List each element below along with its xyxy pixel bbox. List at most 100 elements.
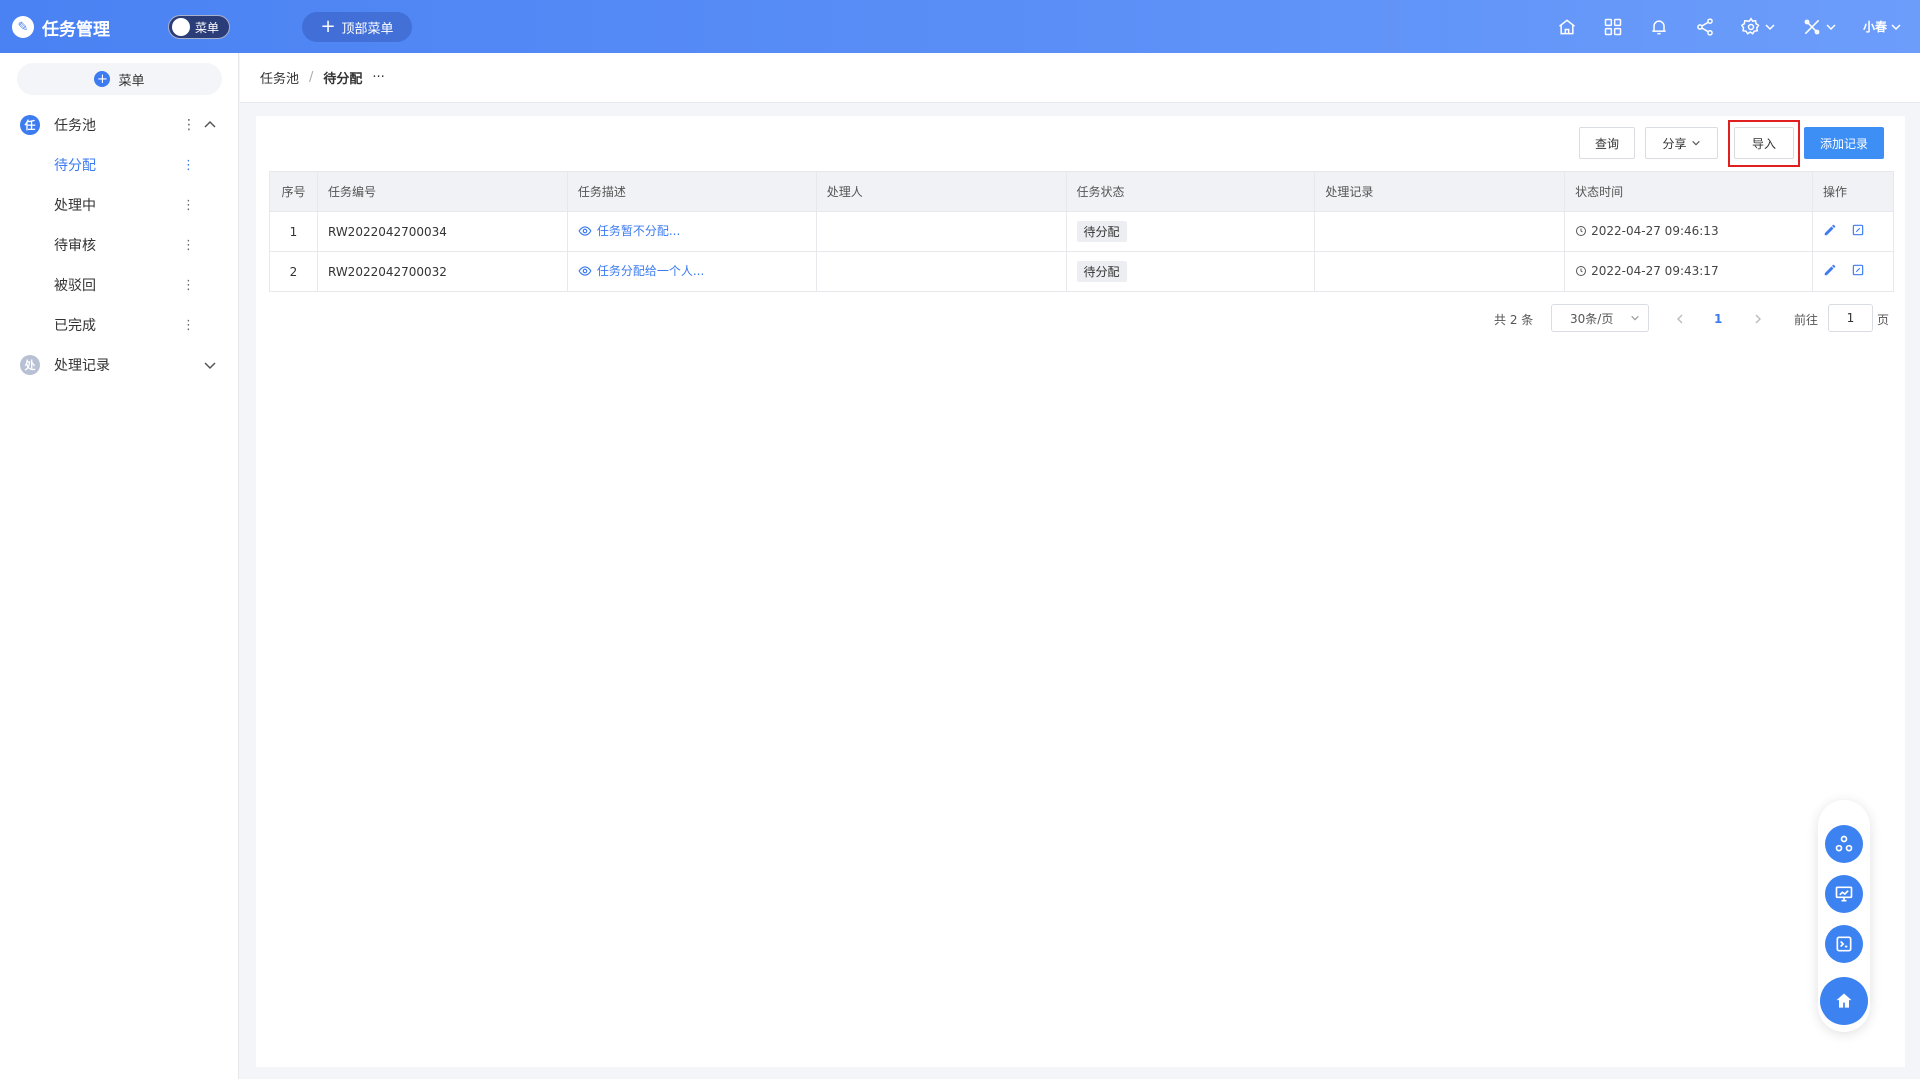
column-header[interactable]: 任务状态 — [1065, 171, 1316, 212]
app-brand[interactable]: ✎ 任务管理 — [12, 14, 110, 40]
sidebar-item-label: 待分配 — [54, 158, 96, 174]
chevron-down-icon — [1691, 140, 1700, 146]
table-row[interactable]: 2 RW2022042700032 任务分配给一个人... 待分配 2022-0… — [269, 251, 1895, 292]
chevron-down-icon — [1826, 23, 1836, 30]
sidebar-item-label: 处理中 — [54, 198, 96, 214]
home-icon[interactable] — [1557, 17, 1577, 37]
more-vertical-icon[interactable]: ⋮ — [182, 278, 195, 293]
goto-label: 前往 — [1794, 312, 1819, 327]
edit-record-icon[interactable] — [1851, 263, 1865, 277]
column-header[interactable]: 处理记录 — [1314, 171, 1566, 212]
home-shortcut-button[interactable] — [1820, 977, 1868, 1025]
dashboard-button[interactable] — [1825, 875, 1863, 913]
clock-icon — [1576, 225, 1587, 236]
sidebar-menu-label: 菜单 — [118, 73, 145, 89]
column-header: 操作 — [1811, 171, 1895, 212]
more-vertical-icon[interactable]: ⋮ — [182, 238, 195, 253]
task-desc: 任务暂不分配... — [596, 224, 681, 239]
terminal-button[interactable] — [1825, 925, 1863, 963]
sidebar-group-label: 任务池 — [54, 118, 96, 134]
tools-dropdown[interactable] — [1802, 17, 1837, 37]
eye-icon — [578, 266, 592, 276]
sidebar-item-label: 被驳回 — [54, 278, 96, 294]
status-time: 2022-04-27 09:43:17 — [1575, 263, 1719, 278]
column-header[interactable]: 状态时间 — [1564, 171, 1813, 212]
breadcrumb: 任务池 / 待分配 ··· — [240, 53, 1920, 103]
edit-pencil-icon[interactable] — [1823, 223, 1837, 237]
header-actions: 小春 — [1557, 0, 1902, 53]
task-desc-link[interactable]: 任务暂不分配... — [578, 222, 680, 239]
sidebar-item-completed[interactable]: 已完成 ⋮ — [0, 305, 239, 345]
eye-icon — [578, 226, 592, 236]
task-code: RW2022042700034 — [316, 211, 568, 252]
page-size-select[interactable]: 30条/页 — [1551, 304, 1649, 332]
edit-pencil-icon[interactable] — [1823, 263, 1837, 277]
chevron-right-icon — [1755, 314, 1761, 324]
query-button[interactable]: 查询 — [1579, 127, 1635, 159]
task-pool-icon: 任 — [20, 115, 40, 135]
sidebar-group-label: 处理记录 — [54, 358, 110, 374]
status-time-text: 2022-04-27 09:43:17 — [1591, 263, 1719, 278]
chevron-left-icon — [1677, 314, 1683, 324]
sidebar-item-pending-review[interactable]: 待审核 ⋮ — [0, 225, 239, 265]
next-page-button[interactable] — [1752, 304, 1764, 334]
column-header[interactable]: 处理人 — [815, 171, 1067, 212]
workflow-settings-button[interactable] — [1825, 825, 1863, 863]
column-header[interactable]: 任务描述 — [566, 171, 817, 212]
task-code: RW2022042700032 — [316, 251, 568, 292]
apps-grid-icon[interactable] — [1603, 17, 1623, 37]
bell-icon[interactable] — [1649, 17, 1669, 37]
add-record-button[interactable]: 添加记录 — [1804, 127, 1884, 159]
chevron-down-icon — [1765, 23, 1775, 30]
sidebar-item-pending-assign[interactable]: 待分配 ⋮ — [0, 145, 239, 185]
goto-page-input[interactable]: 1 — [1828, 304, 1873, 332]
task-handler — [815, 211, 1067, 252]
table-row[interactable]: 1 RW2022042700034 任务暂不分配... 待分配 2022-04-… — [269, 211, 1895, 252]
settings-gear-dropdown[interactable] — [1740, 16, 1776, 37]
prev-page-button[interactable] — [1674, 304, 1686, 334]
plus-icon: + — [320, 16, 336, 37]
pagination-total: 共 2 条 — [1494, 312, 1534, 327]
more-vertical-icon[interactable]: ⋮ — [182, 318, 195, 333]
menu-toggle-switch[interactable]: 菜单 — [168, 15, 230, 39]
breadcrumb-separator: / — [309, 70, 314, 85]
top-menu-label: 顶部菜单 — [341, 21, 394, 37]
house-icon — [1836, 993, 1852, 1008]
sidebar-item-processing[interactable]: 处理中 ⋮ — [0, 185, 239, 225]
column-header[interactable]: 序号 — [269, 171, 318, 212]
app-logo-icon: ✎ — [12, 16, 34, 38]
page-number-current[interactable]: 1 — [1714, 304, 1722, 334]
sidebar: + 菜单 任 任务池 ⋮ 待分配 ⋮ 处理中 ⋮ 待审核 ⋮ 被驳回 ⋮ 已完成… — [0, 53, 239, 1079]
records-icon: 处 — [20, 355, 40, 375]
status-badge: 待分配 — [1076, 261, 1127, 282]
workflow-icon — [1835, 835, 1853, 852]
task-desc: 任务分配给一个人... — [596, 264, 705, 279]
sidebar-group-task-pool[interactable]: 任 任务池 ⋮ — [0, 105, 239, 145]
menu-switch-label: 菜单 — [195, 21, 220, 35]
sidebar-menu-button[interactable]: + 菜单 — [17, 63, 222, 95]
share-dropdown-button[interactable]: 分享 — [1645, 127, 1718, 159]
query-label: 查询 — [1594, 136, 1619, 151]
share-icon[interactable] — [1695, 17, 1715, 37]
content-panel: 查询 分享 导入 添加记录 序号 任务编号 任务描述 处理人 任务状态 处理记录… — [256, 116, 1905, 1067]
column-header[interactable]: 任务编号 — [316, 171, 568, 212]
plus-circle-icon: + — [94, 71, 111, 87]
more-vertical-icon[interactable]: ⋮ — [182, 117, 196, 133]
user-menu[interactable]: 小春 — [1863, 18, 1902, 35]
top-menu-button[interactable]: + 顶部菜单 — [302, 12, 412, 42]
status-time: 2022-04-27 09:46:13 — [1575, 224, 1719, 238]
chevron-down-icon[interactable] — [203, 358, 217, 372]
breadcrumb-current: 待分配 — [323, 72, 363, 87]
more-vertical-icon[interactable]: ⋮ — [182, 198, 195, 213]
sidebar-item-label: 已完成 — [54, 318, 96, 334]
sidebar-item-label: 待审核 — [54, 238, 96, 254]
more-vertical-icon[interactable]: ⋮ — [182, 158, 195, 173]
edit-record-icon[interactable] — [1851, 223, 1865, 237]
chevron-up-icon[interactable] — [203, 118, 217, 132]
more-horizontal-icon[interactable]: ··· — [372, 70, 384, 85]
task-handler — [815, 251, 1067, 292]
sidebar-item-rejected[interactable]: 被驳回 ⋮ — [0, 265, 239, 305]
sidebar-group-records[interactable]: 处 处理记录 — [0, 345, 239, 385]
breadcrumb-parent[interactable]: 任务池 — [260, 68, 299, 87]
task-desc-link[interactable]: 任务分配给一个人... — [578, 262, 704, 279]
